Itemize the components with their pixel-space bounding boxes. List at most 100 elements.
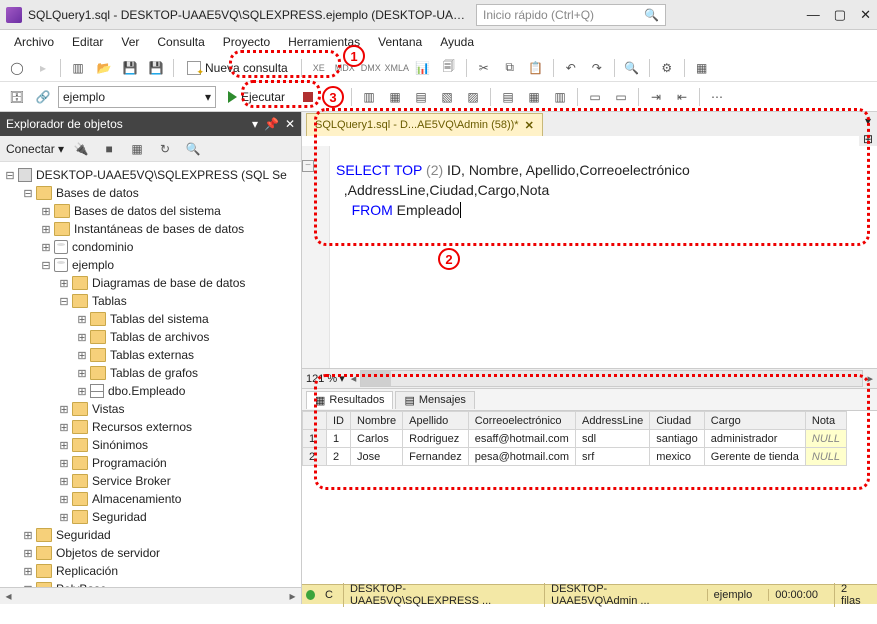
- tree-h-scrollbar[interactable]: ◂▸: [0, 587, 301, 604]
- table-row[interactable]: 2 2 Jose Fernandez pesa@hotmail.com srf …: [303, 448, 847, 466]
- registered-button[interactable]: 🗐: [438, 57, 460, 79]
- nueva-consulta-button[interactable]: Nueva consulta: [180, 57, 295, 79]
- scroll-left-icon[interactable]: ◂: [351, 372, 357, 385]
- tree-diagramas[interactable]: ⊞Diagramas de base de datos: [2, 274, 301, 292]
- minimize-button[interactable]: —: [807, 7, 820, 23]
- tree-tarchivos[interactable]: ⊞Tablas de archivos: [2, 328, 301, 346]
- xe-button[interactable]: XE: [308, 57, 330, 79]
- debug-button[interactable]: [297, 86, 319, 108]
- sql-code[interactable]: SELECT TOP (2) ID, Nombre, Apellido,Corr…: [330, 146, 696, 368]
- tree-vistas[interactable]: ⊞Vistas: [2, 400, 301, 418]
- fold-icon[interactable]: −: [302, 160, 314, 172]
- save-all-button[interactable]: 💾: [145, 57, 167, 79]
- h-scrollbar[interactable]: [360, 370, 863, 387]
- tab-resultados[interactable]: ▦ Resultados: [306, 391, 393, 409]
- estimated-plan-button[interactable]: ▥: [358, 86, 380, 108]
- save-button[interactable]: 💾: [119, 57, 141, 79]
- tree-bases[interactable]: ⊟Bases de datos: [2, 184, 301, 202]
- tree-seguridad-in[interactable]: ⊞Seguridad: [2, 508, 301, 526]
- menu-ayuda[interactable]: Ayuda: [432, 33, 482, 51]
- maximize-button[interactable]: ▢: [834, 7, 846, 23]
- close-panel-icon[interactable]: ✕: [285, 117, 295, 131]
- change-connection-icon[interactable]: 🔗: [32, 86, 54, 108]
- results-file-button[interactable]: ▥: [549, 86, 571, 108]
- close-button[interactable]: ✕: [860, 7, 871, 23]
- tree-objetos-srv[interactable]: ⊞Objetos de servidor: [2, 544, 301, 562]
- quick-launch-input[interactable]: Inicio rápido (Ctrl+Q) 🔍: [476, 4, 666, 26]
- refresh-icon[interactable]: ↻: [154, 138, 176, 160]
- specify-values-button[interactable]: ⋯: [706, 86, 728, 108]
- uncomment-button[interactable]: ▭: [610, 86, 632, 108]
- pin-icon[interactable]: 📌: [264, 117, 279, 131]
- disconnect-icon[interactable]: 🔌: [70, 138, 92, 160]
- tree-sistema[interactable]: ⊞Bases de datos del sistema: [2, 202, 301, 220]
- menu-ver[interactable]: Ver: [113, 33, 147, 51]
- tree-recursos[interactable]: ⊞Recursos externos: [2, 418, 301, 436]
- document-tab[interactable]: SQLQuery1.sql - D...AE5VQ\Admin (58))* ✕: [306, 113, 543, 136]
- sqlcmd-button[interactable]: ▨: [462, 86, 484, 108]
- tree-tsistema[interactable]: ⊞Tablas del sistema: [2, 310, 301, 328]
- undo-button[interactable]: ↶: [560, 57, 582, 79]
- tab-mensajes[interactable]: ▤ Mensajes: [395, 391, 474, 409]
- dmx-button[interactable]: DMX: [360, 57, 382, 79]
- tree-programacion[interactable]: ⊞Programación: [2, 454, 301, 472]
- tree-polybase[interactable]: ⊞PolyBase: [2, 580, 301, 587]
- live-stats-button[interactable]: ▤: [410, 86, 432, 108]
- tab-menu-icon[interactable]: ▾: [865, 114, 871, 128]
- paste-button[interactable]: 📋: [525, 57, 547, 79]
- ejecutar-button[interactable]: Ejecutar: [220, 86, 293, 108]
- menu-herramientas[interactable]: Herramientas: [280, 33, 368, 51]
- nav-back-button[interactable]: ◯: [6, 57, 28, 79]
- nav-fwd-button[interactable]: ▸: [32, 57, 54, 79]
- copy-button[interactable]: ⧉: [499, 57, 521, 79]
- connect-button[interactable]: Conectar ▾: [6, 142, 64, 156]
- chevron-down-icon[interactable]: ▾: [339, 372, 345, 385]
- tree-condominio[interactable]: ⊞condominio: [2, 238, 301, 256]
- xmla-button[interactable]: XMLA: [386, 57, 408, 79]
- tree-empleado[interactable]: ⊞dbo.Empleado: [2, 382, 301, 400]
- toolbox-button[interactable]: ▦: [691, 57, 713, 79]
- tree-ejemplo[interactable]: ⊟ejemplo: [2, 256, 301, 274]
- tree-service[interactable]: ⊞Service Broker: [2, 472, 301, 490]
- table-row[interactable]: 1 1 Carlos Rodriguez esaff@hotmail.com s…: [303, 430, 847, 448]
- menu-editar[interactable]: Editar: [64, 33, 111, 51]
- tree-seguridad[interactable]: ⊞Seguridad: [2, 526, 301, 544]
- activity-button[interactable]: 📊: [412, 57, 434, 79]
- mdx-button[interactable]: MDX: [334, 57, 356, 79]
- outdent-button[interactable]: ⇤: [671, 86, 693, 108]
- comment-button[interactable]: ▭: [584, 86, 606, 108]
- tree-sinonimos[interactable]: ⊞Sinónimos: [2, 436, 301, 454]
- use-db-icon[interactable]: 🗄: [6, 86, 28, 108]
- results-text-button[interactable]: ▤: [497, 86, 519, 108]
- stop-icon[interactable]: ■: [98, 138, 120, 160]
- new-project-button[interactable]: ▥: [67, 57, 89, 79]
- tree-almacenamiento[interactable]: ⊞Almacenamiento: [2, 490, 301, 508]
- scroll-right-icon[interactable]: ▸: [867, 372, 873, 385]
- cut-button[interactable]: ✂: [473, 57, 495, 79]
- menu-proyecto[interactable]: Proyecto: [215, 33, 278, 51]
- zoom-level[interactable]: 121 %: [306, 373, 337, 385]
- tree-replicacion[interactable]: ⊞Replicación: [2, 562, 301, 580]
- menu-ventana[interactable]: Ventana: [370, 33, 430, 51]
- indent-button[interactable]: ⇥: [645, 86, 667, 108]
- client-stats-button[interactable]: ▧: [436, 86, 458, 108]
- open-button[interactable]: 📂: [93, 57, 115, 79]
- tree-instant[interactable]: ⊞Instantáneas de bases de datos: [2, 220, 301, 238]
- properties-button[interactable]: ⚙: [656, 57, 678, 79]
- redo-button[interactable]: ↷: [586, 57, 608, 79]
- object-tree[interactable]: ⊟DESKTOP-UAAE5VQ\SQLEXPRESS (SQL Se ⊟Bas…: [0, 162, 301, 587]
- database-dropdown[interactable]: ejemplo ▾: [58, 86, 216, 108]
- results-grid[interactable]: ID Nombre Apellido Correoelectrónico Add…: [302, 411, 877, 604]
- results-grid-button[interactable]: ▦: [523, 86, 545, 108]
- tree-texternas[interactable]: ⊞Tablas externas: [2, 346, 301, 364]
- include-plan-button[interactable]: ▦: [384, 86, 406, 108]
- tree-tgrafos[interactable]: ⊞Tablas de grafos: [2, 364, 301, 382]
- sql-editor[interactable]: − SELECT TOP (2) ID, Nombre, Apellido,Co…: [302, 146, 877, 368]
- search-icon[interactable]: 🔍: [182, 138, 204, 160]
- tree-tablas[interactable]: ⊟Tablas: [2, 292, 301, 310]
- menu-archivo[interactable]: Archivo: [6, 33, 62, 51]
- toolbox-strip-icon[interactable]: ⊞: [863, 132, 873, 146]
- tree-server[interactable]: ⊟DESKTOP-UAAE5VQ\SQLEXPRESS (SQL Se: [2, 166, 301, 184]
- close-tab-icon[interactable]: ✕: [525, 119, 534, 132]
- filter-icon[interactable]: ▦: [126, 138, 148, 160]
